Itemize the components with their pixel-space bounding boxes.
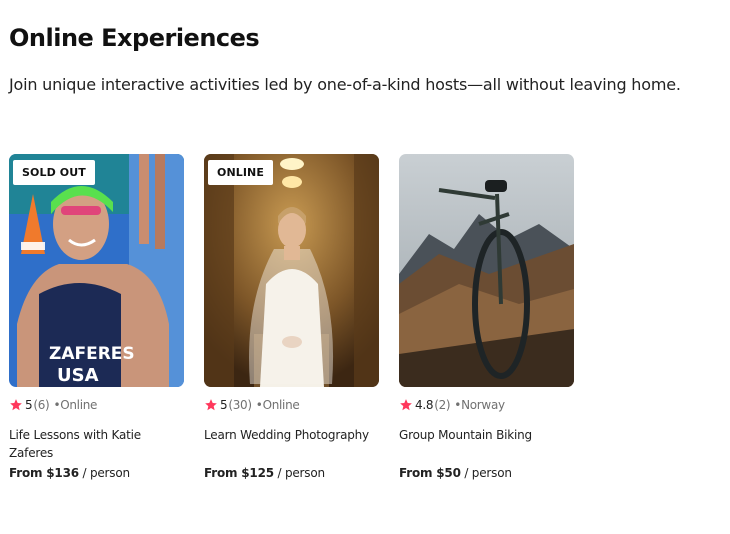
experience-name[interactable]: Group Mountain Biking <box>399 426 574 462</box>
price-unit: / person <box>460 466 512 480</box>
price-amount: From $125 <box>204 466 274 480</box>
price-unit: / person <box>273 466 325 480</box>
rating-row: 5 (6) • Online <box>9 397 184 413</box>
experience-cards: ZAFERES USA SOLD OUT 5 (6) • Online Life… <box>9 154 574 480</box>
review-count: (2) <box>434 398 451 412</box>
status-badge: ONLINE <box>208 160 273 185</box>
star-icon <box>205 399 217 411</box>
price-amount: From $50 <box>399 466 461 480</box>
review-count: (30) <box>228 398 252 412</box>
experience-photo[interactable]: ZAFERES USA SOLD OUT <box>9 154 184 387</box>
page-title: Online Experiences <box>9 24 260 52</box>
page: Online Experiences Join unique interacti… <box>0 0 730 534</box>
separator-dot: • <box>454 398 462 412</box>
experience-card[interactable]: ONLINE 5 (30) • Online Learn Wedding Pho… <box>204 154 379 480</box>
price-line: From $136 / person <box>9 466 184 480</box>
experience-photo[interactable] <box>399 154 574 387</box>
bride-photo <box>204 154 379 387</box>
rating-row: 5 (30) • Online <box>204 397 379 413</box>
experience-name[interactable]: Life Lessons with Katie Zaferes <box>9 426 184 462</box>
experience-card[interactable]: ZAFERES USA SOLD OUT 5 (6) • Online Life… <box>9 154 184 480</box>
mountain-bike-photo <box>399 154 574 387</box>
image-text-zaferes: ZAFERES <box>49 344 135 364</box>
experience-card[interactable]: 4.8 (2) • Norway Group Mountain Biking F… <box>399 154 574 480</box>
separator-dot: • <box>255 398 263 412</box>
price-line: From $50 / person <box>399 466 574 480</box>
rating-score: 5 <box>220 398 228 412</box>
rating-score: 5 <box>25 398 33 412</box>
location-label: Norway <box>461 398 505 412</box>
page-subtitle: Join unique interactive activities led b… <box>9 75 681 94</box>
location-label: Online <box>60 398 98 412</box>
athlete-photo: ZAFERES USA <box>9 154 184 387</box>
image-text-usa: USA <box>57 365 99 386</box>
separator-dot: • <box>53 398 61 412</box>
rating-row: 4.8 (2) • Norway <box>399 397 574 413</box>
review-count: (6) <box>33 398 50 412</box>
experience-name[interactable]: Learn Wedding Photography <box>204 426 379 462</box>
star-icon <box>400 399 412 411</box>
experience-photo[interactable]: ONLINE <box>204 154 379 387</box>
price-line: From $125 / person <box>204 466 379 480</box>
price-amount: From $136 <box>9 466 79 480</box>
rating-score: 4.8 <box>415 398 434 412</box>
location-label: Online <box>262 398 300 412</box>
star-icon <box>10 399 22 411</box>
status-badge: SOLD OUT <box>13 160 95 185</box>
price-unit: / person <box>78 466 130 480</box>
